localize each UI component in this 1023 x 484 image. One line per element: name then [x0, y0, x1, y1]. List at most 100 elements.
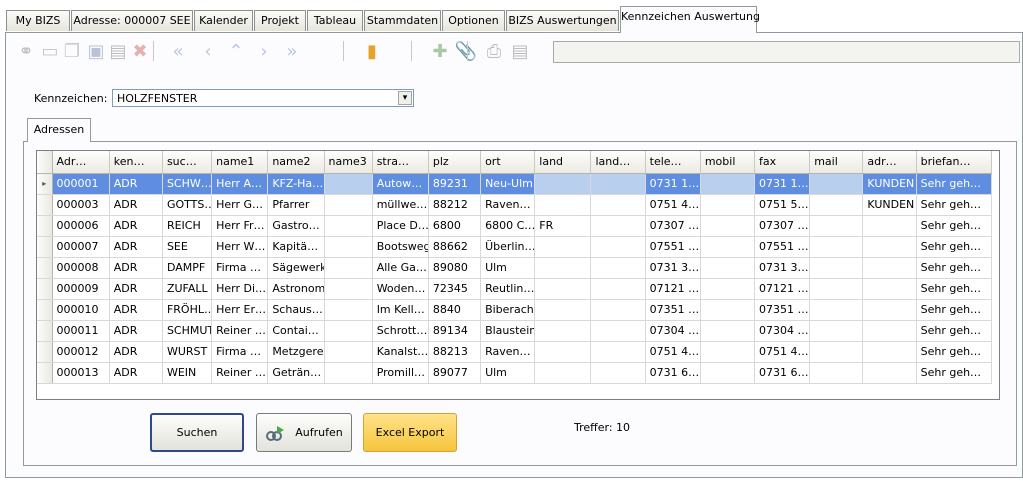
column-header[interactable]: name1	[211, 151, 269, 174]
table-cell[interactable]	[809, 320, 864, 342]
row-selector[interactable]	[37, 299, 53, 321]
next-record-icon[interactable]: ›	[251, 38, 277, 64]
column-header[interactable]: name3	[324, 151, 373, 174]
table-cell[interactable]: Herr W…	[211, 236, 269, 258]
table-cell[interactable]: Raven…	[480, 341, 536, 363]
table-cell[interactable]: ADR	[109, 362, 163, 384]
table-cell[interactable]: Promill…	[372, 362, 429, 384]
table-cell[interactable]: Woden…	[372, 278, 429, 300]
tab-adressen[interactable]: Adressen	[27, 118, 91, 142]
table-cell[interactable]	[534, 341, 592, 363]
table-cell[interactable]: DAMPF	[162, 257, 213, 279]
table-cell[interactable]	[534, 320, 592, 342]
table-cell[interactable]: Herr Er…	[211, 299, 269, 321]
table-cell[interactable]: Herr Di…	[211, 278, 269, 300]
tab-my-bizs[interactable]: My BIZS	[6, 10, 70, 31]
table-cell[interactable]: 000011	[52, 320, 110, 342]
table-cell[interactable]	[324, 362, 373, 384]
table-cell[interactable]: WURST	[162, 341, 213, 363]
table-cell[interactable]	[324, 215, 373, 237]
table-cell[interactable]	[700, 299, 756, 321]
table-cell[interactable]: 0731 6…	[754, 362, 811, 384]
table-cell[interactable]: Alle Ga…	[372, 257, 429, 279]
table-cell[interactable]: ADR	[109, 194, 163, 216]
table-cell[interactable]: FRÖHL…	[162, 299, 213, 321]
table-cell[interactable]: 000007	[52, 236, 110, 258]
table-cell[interactable]: Herr A…	[211, 173, 269, 195]
table-cell[interactable]: Ulm	[480, 362, 536, 384]
table-cell[interactable]: ADR	[109, 173, 163, 195]
table-cell[interactable]: Contai…	[267, 320, 325, 342]
table-cell[interactable]: 89077	[428, 362, 482, 384]
column-header[interactable]: suc…	[162, 151, 213, 174]
column-header[interactable]: stra…	[372, 151, 429, 174]
table-cell[interactable]: 88662	[428, 236, 482, 258]
link-icon[interactable]: ⚭	[13, 38, 39, 64]
table-cell[interactable]: SCHMUTZ	[162, 320, 213, 342]
table-cell[interactable]	[534, 257, 592, 279]
table-cell[interactable]: Kapitä…	[267, 236, 325, 258]
table-cell[interactable]	[809, 278, 864, 300]
table-row[interactable]: 000012 ADR WURST Firma … Metzgerei Kanalst… 88…	[37, 341, 993, 363]
last-record-icon[interactable]: »	[279, 38, 305, 64]
table-cell[interactable]: Firma …	[211, 257, 269, 279]
table-cell[interactable]: 6800	[428, 215, 482, 237]
table-cell[interactable]: ADR	[109, 299, 163, 321]
table-cell[interactable]: ADR	[109, 215, 163, 237]
table-cell[interactable]: WEIN	[162, 362, 213, 384]
table-cell[interactable]: Herr G…	[211, 194, 269, 216]
table-cell[interactable]: Bootsweg	[372, 236, 429, 258]
kennzeichen-select[interactable]: HOLZFENSTER ▾	[112, 89, 414, 107]
table-cell[interactable]: Blaustein	[480, 320, 536, 342]
table-cell[interactable]: Neu-Ulm	[480, 173, 536, 195]
tab-kennzeichen-auswertung[interactable]: Kennzeichen Auswertung	[620, 6, 760, 33]
table-cell[interactable]	[809, 215, 864, 237]
row-selector[interactable]	[37, 320, 53, 342]
table-cell[interactable]: 0751 4…	[645, 194, 701, 216]
table-cell[interactable]	[324, 257, 373, 279]
table-cell[interactable]: 0751 5…	[754, 194, 811, 216]
row-selector[interactable]	[37, 236, 53, 258]
table-cell[interactable]	[700, 215, 756, 237]
up-record-icon[interactable]: ⌃	[223, 38, 249, 64]
table-cell[interactable]: KUNDEN	[862, 194, 917, 216]
row-selector[interactable]	[37, 278, 53, 300]
table-cell[interactable]: Reutlin…	[480, 278, 536, 300]
table-cell[interactable]	[324, 320, 373, 342]
table-cell[interactable]: Sehr geh…	[916, 194, 993, 216]
row-selector[interactable]	[37, 215, 53, 237]
table-cell[interactable]: Metzgerei	[267, 341, 325, 363]
table-cell[interactable]: ZUFALL	[162, 278, 213, 300]
row-selector[interactable]	[37, 341, 53, 363]
table-cell[interactable]	[590, 257, 646, 279]
table-cell[interactable]: Reiner …	[211, 320, 269, 342]
table-cell[interactable]	[809, 173, 864, 195]
table-row[interactable]: ▸ 000001 ADR SCHW… Herr A… KFZ-Ha… Autow… 89231…	[37, 173, 993, 195]
table-cell[interactable]: Place D…	[372, 215, 429, 237]
tab-adresse-000007-see[interactable]: Adresse: 000007 SEE	[71, 10, 193, 31]
table-cell[interactable]	[862, 257, 917, 279]
table-cell[interactable]: KUNDEN	[862, 173, 917, 195]
table-cell[interactable]	[862, 320, 917, 342]
table-cell[interactable]: Sehr geh…	[916, 215, 993, 237]
table-cell[interactable]	[590, 278, 646, 300]
table-cell[interactable]	[324, 341, 373, 363]
table-cell[interactable]	[590, 299, 646, 321]
table-cell[interactable]: 89231	[428, 173, 482, 195]
table-cell[interactable]	[862, 278, 917, 300]
table-cell[interactable]: Sägewerk	[267, 257, 325, 279]
table-cell[interactable]	[809, 341, 864, 363]
row-selector[interactable]	[37, 362, 53, 384]
table-cell[interactable]: Firma …	[211, 341, 269, 363]
table-cell[interactable]: Astronom	[267, 278, 325, 300]
table-cell[interactable]: 000001	[52, 173, 110, 195]
table-cell[interactable]	[590, 215, 646, 237]
tab-tableau[interactable]: Tableau	[307, 10, 363, 31]
table-cell[interactable]	[700, 173, 756, 195]
table-cell[interactable]	[534, 362, 592, 384]
column-header[interactable]: land…	[590, 151, 646, 174]
table-cell[interactable]: Sehr geh…	[916, 173, 993, 195]
table-cell[interactable]: 07304 …	[645, 320, 701, 342]
table-row[interactable]: 000013 ADR WEIN Reiner … Geträn… Promill… 8907…	[37, 362, 993, 384]
table-cell[interactable]	[534, 194, 592, 216]
